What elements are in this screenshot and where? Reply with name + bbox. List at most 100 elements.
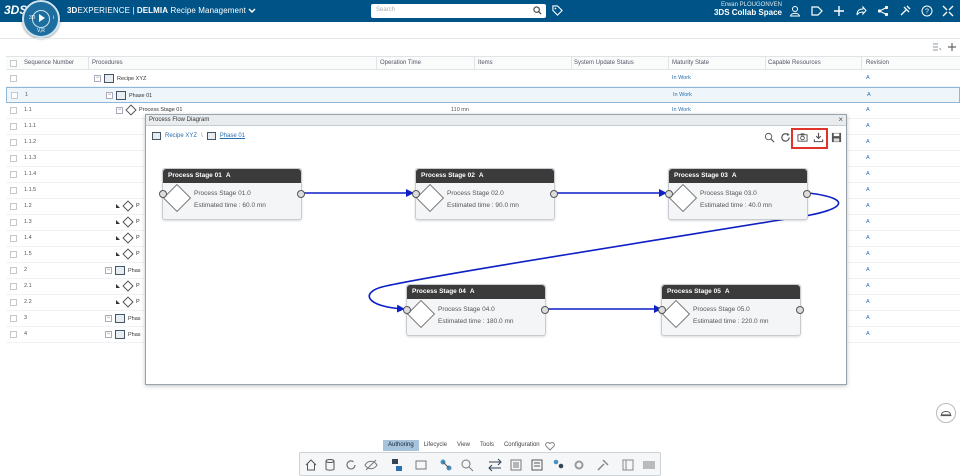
row-checkbox[interactable] bbox=[10, 203, 17, 210]
row-checkbox[interactable] bbox=[10, 75, 17, 82]
procedure-cell[interactable]: − Phas bbox=[105, 314, 141, 323]
row-checkbox[interactable] bbox=[10, 315, 17, 322]
procedure-cell[interactable]: − Phas bbox=[105, 266, 141, 275]
col-sequence-number[interactable]: Sequence Number bbox=[24, 60, 74, 66]
input-port[interactable] bbox=[403, 306, 411, 314]
tag-outline-icon[interactable] bbox=[811, 5, 823, 17]
user-icon[interactable] bbox=[789, 5, 801, 17]
row-checkbox[interactable] bbox=[10, 107, 17, 114]
list-icon[interactable] bbox=[509, 458, 523, 472]
collapse-toggle-icon[interactable]: − bbox=[106, 92, 113, 99]
collapse-toggle-icon[interactable]: − bbox=[105, 267, 112, 274]
maturity-state[interactable]: In Work bbox=[672, 107, 691, 113]
chat-icon[interactable] bbox=[936, 403, 956, 423]
help-icon[interactable]: ? bbox=[921, 5, 933, 17]
row-checkbox[interactable] bbox=[10, 155, 17, 162]
row-checkbox[interactable] bbox=[10, 171, 17, 178]
collapse-toggle-icon[interactable]: − bbox=[94, 75, 101, 82]
favorite-icon[interactable] bbox=[544, 441, 555, 451]
row-checkbox[interactable] bbox=[10, 123, 17, 130]
chevron-down-icon[interactable] bbox=[248, 8, 256, 14]
wrench-icon[interactable] bbox=[596, 458, 610, 472]
tab-tools[interactable]: Tools bbox=[475, 440, 499, 451]
column-divider[interactable] bbox=[765, 57, 766, 70]
maturity-state[interactable]: In Work bbox=[673, 92, 692, 98]
row-checkbox[interactable] bbox=[10, 267, 17, 274]
database-icon[interactable] bbox=[323, 458, 337, 472]
procedure-cell[interactable]: − Process Stage 01 bbox=[116, 104, 182, 116]
tab-authoring[interactable]: Authoring bbox=[383, 440, 419, 451]
row-checkbox[interactable] bbox=[10, 219, 17, 226]
share-arrow-icon[interactable] bbox=[855, 5, 867, 17]
add-icon[interactable] bbox=[947, 42, 957, 52]
procedure-cell[interactable]: − Phas bbox=[105, 330, 141, 339]
plus-icon[interactable] bbox=[833, 5, 845, 17]
expand-triangle-icon[interactable] bbox=[116, 204, 120, 208]
output-port[interactable] bbox=[297, 190, 305, 198]
output-port[interactable] bbox=[796, 306, 804, 314]
share-network-icon[interactable] bbox=[877, 5, 889, 17]
tab-lifecycle[interactable]: Lifecycle bbox=[419, 440, 452, 451]
output-port[interactable] bbox=[803, 190, 811, 198]
compass-widget[interactable]: 3D i V,R bbox=[22, 0, 60, 38]
expand-triangle-icon[interactable] bbox=[116, 284, 120, 288]
row-checkbox[interactable] bbox=[10, 299, 17, 306]
search-icon[interactable] bbox=[533, 6, 542, 15]
procedure-cell[interactable]: − Recipe XYZ bbox=[94, 74, 146, 83]
row-checkbox[interactable] bbox=[11, 92, 18, 99]
people-icon[interactable] bbox=[551, 458, 565, 472]
home-icon[interactable] bbox=[304, 458, 318, 472]
col-system-update-status[interactable]: System Update Status bbox=[574, 60, 634, 66]
view-options-icon[interactable] bbox=[932, 42, 942, 52]
procedure-cell[interactable]: P bbox=[116, 296, 140, 308]
tag-icon[interactable] bbox=[552, 5, 563, 16]
collapse-toggle-icon[interactable]: − bbox=[105, 315, 112, 322]
process-stage-node[interactable]: Process Stage 03 A Process Stage 03.0 Estim… bbox=[665, 168, 811, 220]
col-procedures[interactable]: Procedures bbox=[92, 60, 123, 66]
procedure-cell[interactable]: P bbox=[116, 280, 140, 292]
input-port[interactable] bbox=[159, 190, 167, 198]
row-checkbox[interactable] bbox=[10, 283, 17, 290]
col-maturity-state[interactable]: Maturity State bbox=[672, 60, 709, 66]
input-port[interactable] bbox=[658, 306, 666, 314]
row-checkbox[interactable] bbox=[10, 331, 17, 338]
user-info[interactable]: Erwan PLOUGONVEN 3DS Collab Space bbox=[690, 2, 782, 17]
table-row[interactable]: 1 − Phase 01 In Work A bbox=[6, 87, 960, 103]
col-operation-time[interactable]: Operation Time bbox=[380, 60, 421, 66]
insert-icon[interactable] bbox=[414, 458, 428, 472]
column-divider[interactable] bbox=[474, 57, 475, 70]
procedure-cell[interactable]: P bbox=[116, 216, 140, 228]
expand-triangle-icon[interactable] bbox=[116, 300, 120, 304]
tab-configuration[interactable]: Configuration bbox=[499, 440, 545, 451]
search-field[interactable]: Search bbox=[371, 4, 546, 18]
col-items[interactable]: Items bbox=[478, 60, 493, 66]
input-port[interactable] bbox=[412, 190, 420, 198]
gear-icon[interactable] bbox=[572, 458, 586, 472]
input-port[interactable] bbox=[665, 190, 673, 198]
process-stage-node[interactable]: Process Stage 02 A Process Stage 02.0 Estim… bbox=[412, 168, 558, 220]
row-checkbox[interactable] bbox=[10, 139, 17, 146]
network-icon[interactable] bbox=[439, 458, 453, 472]
zoom-options-icon[interactable] bbox=[460, 458, 474, 472]
process-stage-node[interactable]: Process Stage 05 A Process Stage 05.0 Estim… bbox=[658, 284, 804, 336]
column-divider[interactable] bbox=[571, 57, 572, 70]
hide-icon[interactable] bbox=[364, 458, 378, 472]
swap-icon[interactable] bbox=[488, 458, 502, 472]
column-divider[interactable] bbox=[668, 57, 669, 70]
procedure-cell[interactable]: P bbox=[116, 248, 140, 260]
column-divider[interactable] bbox=[861, 57, 862, 70]
expand-triangle-icon[interactable] bbox=[116, 252, 120, 256]
col-capable-resources[interactable]: Capable Resources bbox=[768, 60, 821, 66]
tab-view[interactable]: View bbox=[452, 440, 475, 451]
column-divider[interactable] bbox=[88, 57, 89, 70]
process-stage-node[interactable]: Process Stage 04 A Process Stage 04.0 Estim… bbox=[403, 284, 549, 336]
row-checkbox[interactable] bbox=[10, 235, 17, 242]
procedure-cell[interactable]: P bbox=[116, 232, 140, 244]
expand-triangle-icon[interactable] bbox=[116, 236, 120, 240]
output-port[interactable] bbox=[541, 306, 549, 314]
process-stage-node[interactable]: Process Stage 01 A Process Stage 01.0 Estim… bbox=[159, 168, 305, 220]
col-revision[interactable]: Revision bbox=[866, 60, 889, 66]
sync-icon[interactable] bbox=[344, 458, 358, 472]
expand-triangle-icon[interactable] bbox=[116, 220, 120, 224]
app-brand[interactable]: 3DEXPERIENCE | DELMIA Recipe Management bbox=[67, 6, 256, 15]
